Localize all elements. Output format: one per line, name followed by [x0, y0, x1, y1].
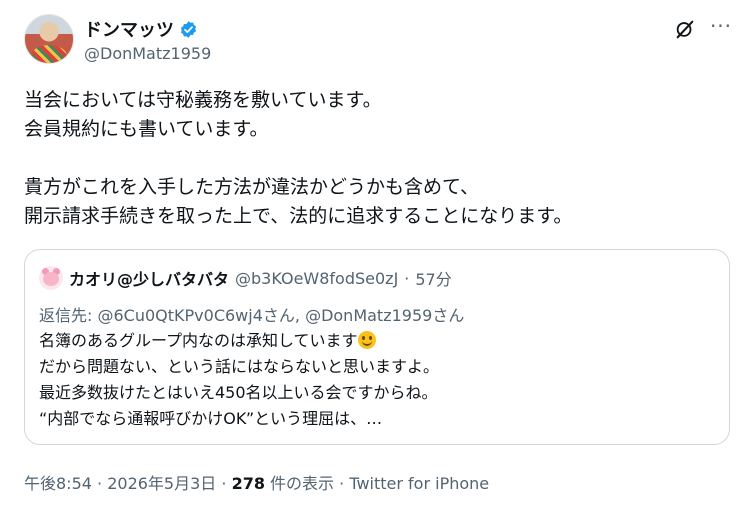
author-handle[interactable]: @DonMatz1959 — [84, 44, 211, 63]
meta-separator: · — [334, 474, 350, 493]
meta-separator: · — [216, 474, 232, 493]
quoted-line: 最近多数抜けたとはいえ450名以上いる会ですからね。 — [39, 383, 438, 402]
tweet-text: 当会においては守秘義務を敷いています。 会員規約にも書いています。 貴方がこれを… — [24, 86, 724, 231]
quoted-tweet-time[interactable]: 57分 — [415, 266, 451, 290]
quoted-author-avatar[interactable] — [39, 266, 63, 290]
quoted-reply-to: 返信先: @6Cu0QtKPv0C6wj4さん, @DonMatz1959さん — [39, 302, 464, 326]
tweet-line: 貴方がこれを入手した方法が違法かどうかも含めて、 — [24, 176, 480, 198]
quoted-header-separator: · — [404, 268, 410, 288]
quoted-tweet-card[interactable]: カオリ@少しバタバタ @b3KOeW8fodSe0zJ · 57分 返信先: @… — [24, 249, 730, 445]
tweet-source[interactable]: Twitter for iPhone — [349, 474, 489, 493]
quoted-line: だから問題ない、という話にはならないと思いますよ。 — [39, 357, 440, 376]
tweet-line: 当会においては守秘義務を敷いています。 — [24, 89, 382, 111]
author-name-row: ドンマッツ — [84, 16, 198, 42]
quoted-line-text: 名簿のあるグループ内なのは承知しています — [39, 331, 358, 350]
quoted-author-handle[interactable]: @b3KOeW8fodSe0zJ — [235, 269, 398, 288]
author-display-name[interactable]: ドンマッツ — [84, 16, 174, 42]
quoted-author-name[interactable]: カオリ@少しバタバタ — [69, 266, 229, 290]
quoted-line: 名簿のあるグループ内なのは承知しています — [39, 328, 719, 354]
reply-to-user-1[interactable]: @6Cu0QtKPv0C6wj4さん — [97, 306, 294, 325]
tweet-time[interactable]: 午後8:54 — [24, 474, 92, 493]
quoted-tweet-header: カオリ@少しバタバタ @b3KOeW8fodSe0zJ · 57分 — [39, 266, 452, 290]
verified-badge-icon — [180, 20, 197, 38]
smiling-face-emoji-icon — [357, 331, 376, 349]
author-avatar[interactable] — [24, 14, 74, 64]
reply-to-separator: , — [294, 306, 306, 325]
reply-to-prefix: 返信先: — [39, 306, 98, 325]
tweet-line: 会員規約にも書いています。 — [24, 118, 269, 140]
quoted-line: “内部でなら通報呼びかけOK”という理屈は、… — [39, 409, 383, 428]
tweet-line: 開示請求手続きを取った上で、法的に追求することになります。 — [24, 205, 573, 227]
reply-to-user-2[interactable]: @DonMatz1959さん — [305, 306, 464, 325]
grok-icon[interactable] — [674, 18, 696, 40]
view-count-label: 件の表示 — [264, 474, 335, 493]
tweet-date[interactable]: 2026年5月3日 — [107, 474, 216, 493]
quoted-tweet-text: 名簿のあるグループ内なのは承知しています だから問題ない、という話にはならないと… — [39, 328, 719, 432]
meta-separator: · — [91, 474, 108, 493]
tweet-meta: 午後8:54 · 2026年5月3日 · 278 件の表示 · Twitter … — [24, 470, 489, 494]
view-count: 278 — [231, 474, 265, 493]
more-options-icon[interactable]: ··· — [708, 16, 734, 38]
